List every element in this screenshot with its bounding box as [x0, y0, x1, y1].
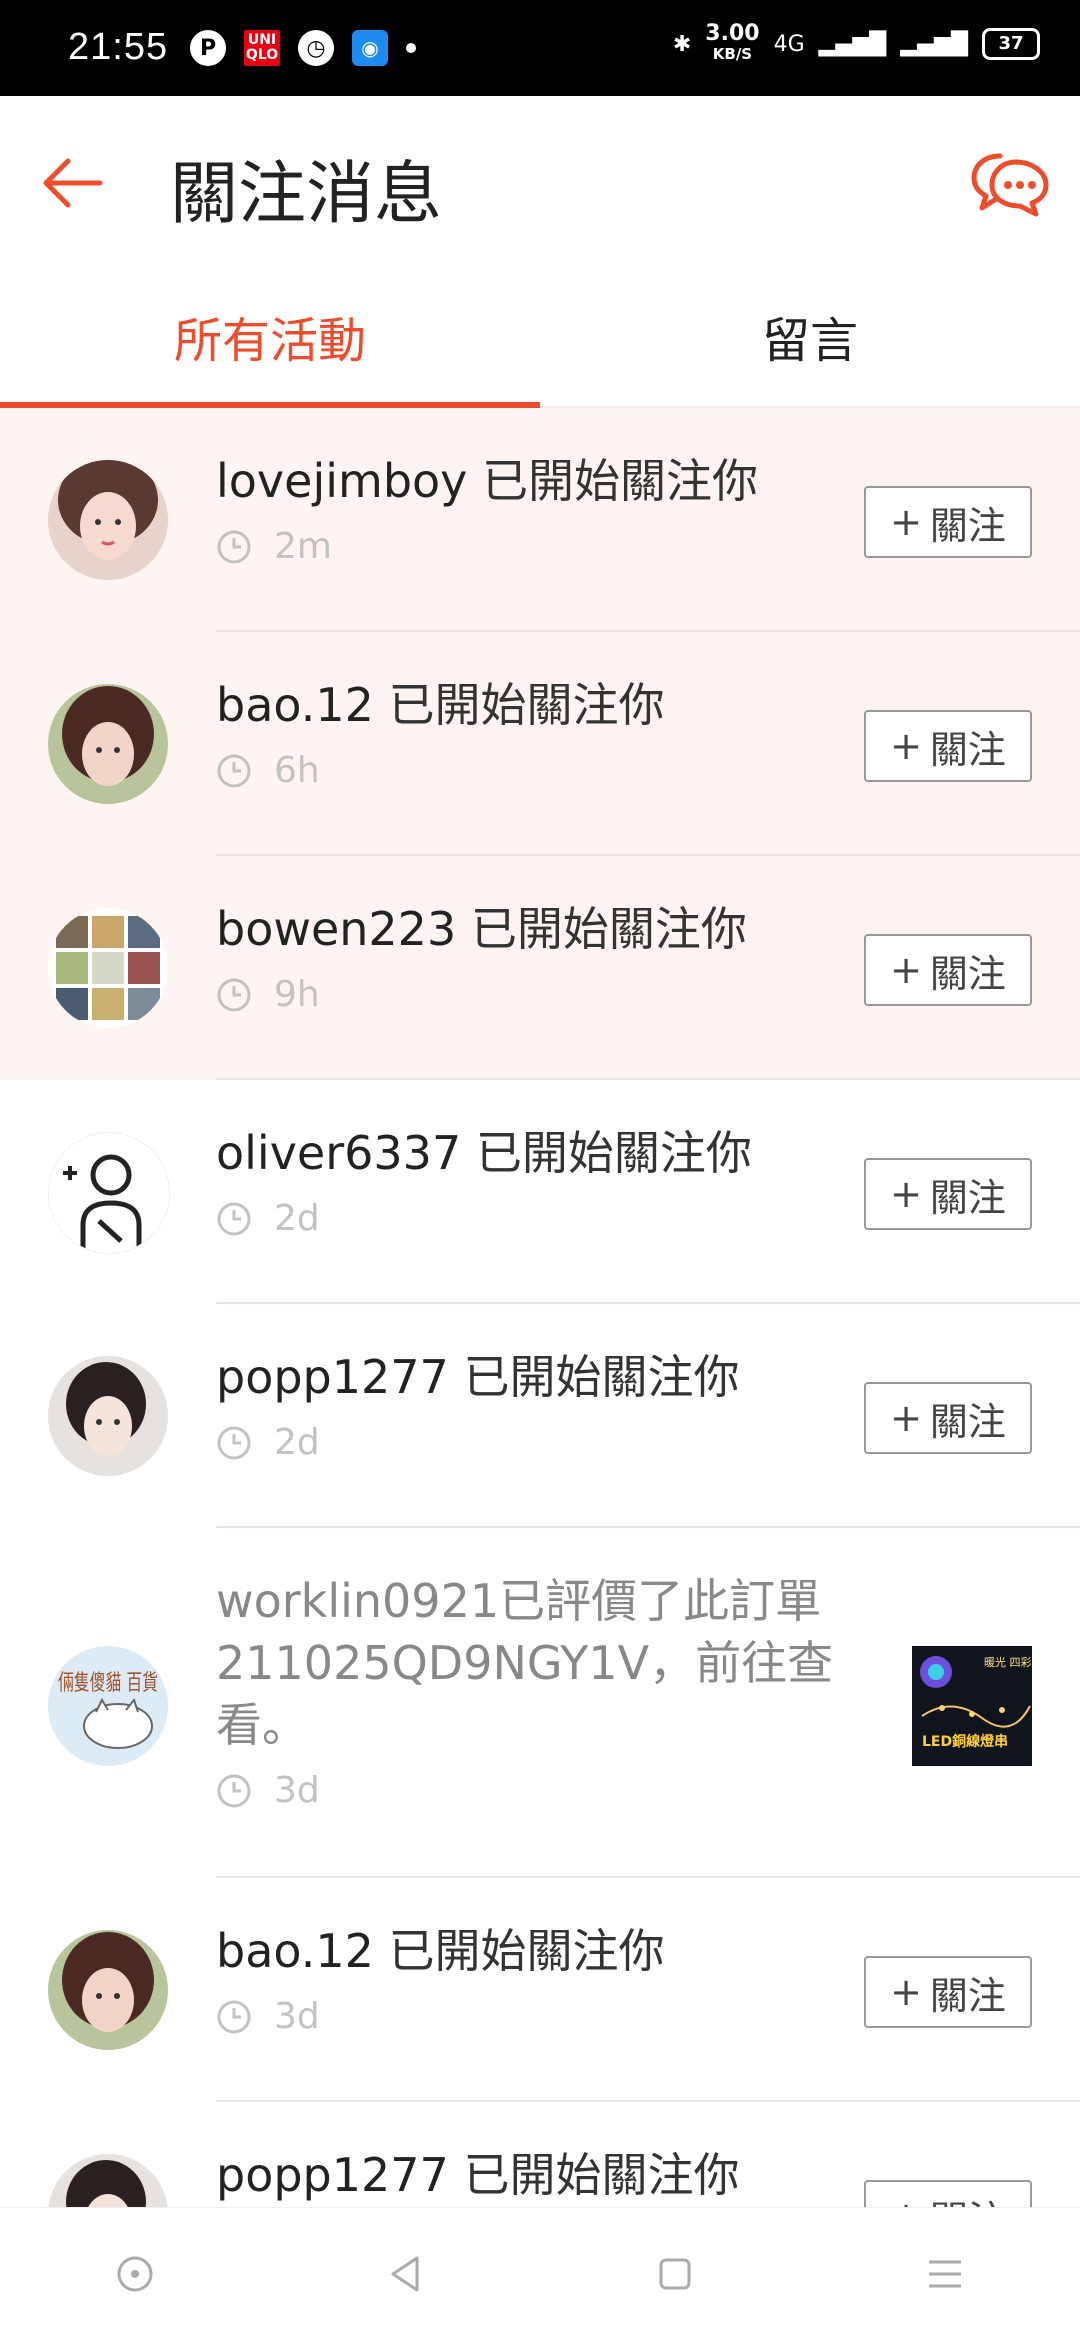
- notification-text: lovejimboy 已開始關注你 2m: [216, 450, 836, 567]
- plus-icon: +: [890, 2194, 922, 2208]
- avatar[interactable]: [48, 908, 168, 1028]
- timestamp: 2d: [216, 1422, 836, 1463]
- timestamp: 2m: [216, 526, 836, 567]
- clock-icon: [217, 1202, 251, 1235]
- net-speed: 3.00 KB/S: [705, 21, 760, 64]
- list-item[interactable]: 倆隻傻貓 百貨 worklin0921已評價了此訂單211025QD9NGY1V…: [0, 1528, 1080, 1878]
- follow-button[interactable]: +關注: [864, 710, 1032, 782]
- avatar[interactable]: [48, 684, 168, 804]
- follow-button[interactable]: +關注: [864, 1382, 1032, 1454]
- username[interactable]: bowen223: [216, 902, 456, 956]
- action-text: 已開始關注你: [388, 678, 665, 732]
- avatar[interactable]: [48, 1356, 168, 1476]
- plus-icon: +: [890, 724, 922, 768]
- list-item[interactable]: bao.12 已開始關注你 6h + 關注: [0, 632, 1080, 856]
- list-item[interactable]: bao.12 已開始關注你 3d + 關注: [0, 1878, 1080, 2102]
- pinterest-icon: P: [190, 30, 226, 66]
- notification-list[interactable]: lovejimboy 已開始關注你 2m + 關注 bao.12 已開始關注你 6…: [0, 408, 1080, 2208]
- avatar[interactable]: 倆隻傻貓 百貨: [48, 1646, 168, 1766]
- signal-icon-2: ▂▄▆█: [900, 31, 968, 57]
- list-item[interactable]: popp1277 已開始關注你 2d + 關注: [0, 1304, 1080, 1528]
- review-message[interactable]: worklin0921已評價了此訂單211025QD9NGY1V，前往查看。: [216, 1570, 836, 1756]
- action-text: 已開始關注你: [388, 1924, 665, 1978]
- clock-icon: [217, 978, 251, 1011]
- home-icon[interactable]: [645, 2244, 705, 2304]
- follow-button[interactable]: +關注: [864, 1956, 1032, 2028]
- avatar[interactable]: [48, 460, 168, 580]
- more-notifications-dot: [406, 43, 416, 53]
- follow-button[interactable]: +關注: [864, 486, 1032, 558]
- list-item[interactable]: popp1277 已開始關注你 +關注: [0, 2102, 1080, 2208]
- clock-icon: [217, 530, 251, 563]
- notification-text: bao.12 已開始關注你 3d: [216, 1920, 836, 2037]
- svg-text:暖光 四彩: 暖光 四彩: [984, 1655, 1032, 1669]
- chat-icon[interactable]: [970, 148, 1050, 218]
- clock-icon: [217, 754, 251, 787]
- avatar[interactable]: [48, 1132, 170, 1254]
- clock-icon: [217, 2000, 251, 2033]
- clock-app-icon: ◷: [298, 30, 334, 66]
- follow-button[interactable]: +關注: [864, 1158, 1032, 1230]
- notification-text: popp1277 已開始關注你 2d: [216, 1346, 836, 1463]
- timestamp: 6h: [216, 750, 836, 791]
- plus-icon: +: [890, 500, 922, 544]
- plus-icon: +: [890, 1172, 922, 1216]
- notification-text: worklin0921已評價了此訂單211025QD9NGY1V，前往查看。 3…: [216, 1570, 836, 1811]
- username[interactable]: bao.12: [216, 1924, 374, 1978]
- plus-icon: +: [890, 948, 922, 992]
- header: 關注消息: [0, 96, 1080, 266]
- timestamp: 3d: [216, 1770, 836, 1811]
- android-icon: ◉: [352, 30, 388, 66]
- follow-button[interactable]: +關注: [864, 934, 1032, 1006]
- action-text: 已開始關注你: [470, 902, 747, 956]
- clock-icon: [217, 1774, 251, 1807]
- status-time: 21:55: [68, 26, 169, 68]
- action-text: 已開始關注你: [463, 1350, 740, 1404]
- timestamp: 3d: [216, 1996, 836, 2037]
- timestamp: 2d: [216, 1198, 836, 1239]
- username[interactable]: popp1277: [216, 1350, 449, 1404]
- list-item[interactable]: lovejimboy 已開始關注你 2m + 關注: [0, 408, 1080, 632]
- username[interactable]: popp1277: [216, 2148, 449, 2202]
- notification-text: bowen223 已開始關注你 9h: [216, 898, 836, 1015]
- tab-all-activity[interactable]: 所有活動: [0, 266, 540, 408]
- follow-button[interactable]: +關注: [864, 2180, 1032, 2208]
- page-title: 關注消息: [170, 155, 443, 234]
- notification-icons: P UNI QLO ◷ ◉: [190, 30, 416, 66]
- uniqlo-icon: UNI QLO: [244, 30, 280, 66]
- tab-comments[interactable]: 留言: [540, 266, 1080, 406]
- back-icon[interactable]: [375, 2244, 435, 2304]
- avatar-shop-text: 倆隻傻貓 百貨: [58, 1671, 158, 1696]
- list-item[interactable]: bowen223 已開始關注你 9h + 關注: [0, 856, 1080, 1080]
- notification-text: bao.12 已開始關注你 6h: [216, 674, 836, 791]
- tab-bar: 所有活動 留言: [0, 266, 1080, 408]
- notification-text: oliver6337 已開始關注你 2d: [216, 1122, 836, 1239]
- plus-icon: +: [890, 1396, 922, 1440]
- assistant-icon[interactable]: [105, 2244, 165, 2304]
- action-text: 已開始關注你: [475, 1126, 752, 1180]
- plus-icon: +: [890, 1970, 922, 2014]
- list-item[interactable]: oliver6337 已開始關注你 2d + 關注: [0, 1080, 1080, 1304]
- status-right: ✱ 3.00 KB/S 4G ▂▄▆█ ▂▄▆█ 37: [672, 21, 1040, 64]
- username[interactable]: lovejimboy: [216, 454, 467, 508]
- timestamp: 9h: [216, 974, 836, 1015]
- bluetooth-icon: ✱: [672, 31, 692, 57]
- product-thumbnail[interactable]: 暖光 四彩 LED銅線燈串: [912, 1646, 1032, 1766]
- system-nav-bar: [0, 2207, 1080, 2340]
- signal-icon: ▂▄▆█: [818, 31, 887, 57]
- battery-icon: 37: [982, 28, 1040, 60]
- username[interactable]: oliver6337: [216, 1126, 461, 1180]
- clock-icon: [217, 1426, 251, 1459]
- network-type: 4G: [773, 31, 805, 57]
- avatar[interactable]: [48, 2154, 168, 2208]
- action-text: 已開始關注你: [463, 2148, 740, 2202]
- back-arrow-icon[interactable]: [38, 148, 108, 218]
- username[interactable]: bao.12: [216, 678, 374, 732]
- action-text: 已開始關注你: [482, 454, 759, 508]
- recents-menu-icon[interactable]: [915, 2244, 975, 2304]
- status-bar: 21:55 P UNI QLO ◷ ◉ ✱ 3.00 KB/S 4G ▂▄▆█ ▂▄…: [0, 0, 1080, 96]
- notification-text: popp1277 已開始關注你: [216, 2144, 836, 2206]
- svg-text:LED銅線燈串: LED銅線燈串: [922, 1733, 1008, 1750]
- avatar[interactable]: [48, 1930, 168, 2050]
